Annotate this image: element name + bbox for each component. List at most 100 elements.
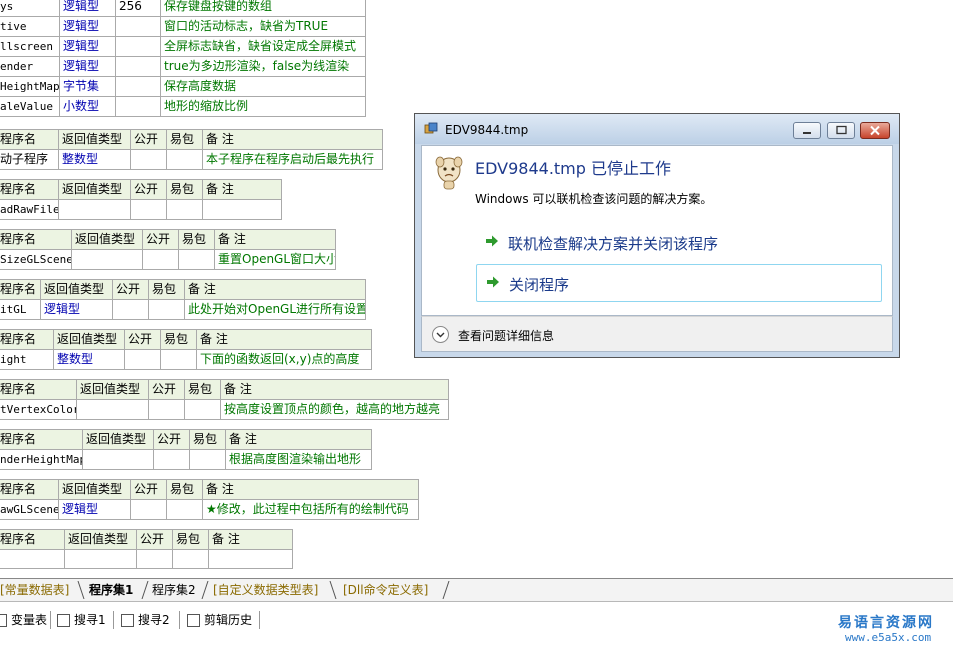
easy-cell[interactable] xyxy=(166,149,203,170)
easy-cell[interactable] xyxy=(166,199,203,220)
table-row[interactable]: itGL 逻辑型 此处开始对OpenGL进行所有设置 xyxy=(0,299,366,320)
search2-button[interactable]: 搜寻2 xyxy=(121,610,170,630)
var-size[interactable] xyxy=(115,16,161,37)
sub-note[interactable]: 根据高度图渲染输出地形 xyxy=(225,449,372,470)
easy-cell[interactable] xyxy=(189,449,226,470)
var-type[interactable]: 小数型 xyxy=(59,96,116,117)
var-size[interactable] xyxy=(115,56,161,77)
table-row[interactable] xyxy=(0,549,293,569)
table-row[interactable]: HeightMap 字节集 保存高度数据 xyxy=(0,76,366,97)
easy-cell[interactable] xyxy=(178,249,215,270)
sub-name[interactable]: ight xyxy=(0,349,54,370)
table-row[interactable]: adRawFile xyxy=(0,199,282,220)
public-cell[interactable] xyxy=(153,449,190,470)
sub-return-type[interactable] xyxy=(82,449,154,470)
sub-note[interactable] xyxy=(202,199,282,220)
var-size[interactable] xyxy=(115,96,161,117)
easy-cell[interactable] xyxy=(184,399,221,420)
easy-cell[interactable] xyxy=(160,349,197,370)
sub-return-type[interactable]: 逻辑型 xyxy=(40,299,113,320)
sub-note[interactable]: 重置OpenGL窗口大小 xyxy=(214,249,336,270)
public-cell[interactable] xyxy=(136,549,173,569)
sub-name[interactable]: adRawFile xyxy=(0,199,59,220)
sub-return-type[interactable]: 逻辑型 xyxy=(58,499,131,520)
var-type[interactable]: 字节集 xyxy=(59,76,116,97)
check-online-button[interactable]: 联机检查解决方案并关闭该程序 xyxy=(476,224,882,262)
table-row[interactable]: tive 逻辑型 窗口的活动标志，缺省为TRUE xyxy=(0,16,366,37)
table-row[interactable]: SizeGLScene 重置OpenGL窗口大小 xyxy=(0,249,336,270)
var-name[interactable]: llscreen xyxy=(0,36,60,57)
var-note[interactable]: 全屏标志缺省，缺省设定成全屏模式 xyxy=(160,36,366,57)
table-row[interactable]: awGLScene 逻辑型 ★修改，此过程中包括所有的绘制代码 xyxy=(0,499,419,520)
var-name[interactable]: tive xyxy=(0,16,60,37)
sub-name[interactable] xyxy=(0,549,65,569)
var-size[interactable] xyxy=(115,76,161,97)
var-note[interactable]: 地形的缩放比例 xyxy=(160,96,366,117)
tab-custom-types[interactable]: [自定义数据类型表] xyxy=(213,581,318,599)
sub-name[interactable]: tVertexColor xyxy=(0,399,77,420)
var-note[interactable]: true为多边形渲染，false为线渲染 xyxy=(160,56,366,77)
sub-return-type[interactable] xyxy=(76,399,149,420)
public-cell[interactable] xyxy=(130,499,167,520)
easy-cell[interactable] xyxy=(172,549,209,569)
sub-note[interactable]: 本子程序在程序启动后最先执行 xyxy=(202,149,383,170)
sub-return-type[interactable] xyxy=(64,549,137,569)
var-note[interactable]: 保存高度数据 xyxy=(160,76,366,97)
var-type[interactable]: 逻辑型 xyxy=(59,0,116,17)
close-button[interactable] xyxy=(860,122,890,139)
public-cell[interactable] xyxy=(130,199,167,220)
var-name[interactable]: ender xyxy=(0,56,60,77)
table-row[interactable]: nderHeightMap 根据高度图渲染输出地形 xyxy=(0,449,372,470)
dialog-titlebar[interactable]: EDV9844.tmp xyxy=(415,114,899,144)
tab-program-set-1[interactable]: 程序集1 xyxy=(89,581,133,599)
table-row[interactable]: tVertexColor 按高度设置顶点的颜色，越高的地方越亮 xyxy=(0,399,449,420)
sub-return-type[interactable]: 整数型 xyxy=(53,349,125,370)
variables-button[interactable]: 变量表 xyxy=(0,610,47,630)
sub-name[interactable]: 动子程序 xyxy=(0,149,59,170)
var-size[interactable] xyxy=(115,36,161,57)
var-note[interactable]: 保存键盘按键的数组 xyxy=(160,0,366,17)
sub-note[interactable] xyxy=(208,549,293,569)
sub-name[interactable]: awGLScene xyxy=(0,499,59,520)
var-type[interactable]: 逻辑型 xyxy=(59,16,116,37)
sub-return-type[interactable]: 整数型 xyxy=(58,149,131,170)
var-type[interactable]: 逻辑型 xyxy=(59,36,116,57)
table-row[interactable]: ight 整数型 下面的函数返回(x,y)点的高度 xyxy=(0,349,372,370)
clip-history-button[interactable]: 剪辑历史 xyxy=(187,610,252,630)
public-cell[interactable] xyxy=(112,299,149,320)
close-program-button[interactable]: 关闭程序 xyxy=(476,264,882,302)
tab-constants[interactable]: [常量数据表] xyxy=(0,581,69,599)
easy-cell[interactable] xyxy=(166,499,203,520)
sub-return-type[interactable] xyxy=(71,249,143,270)
var-name[interactable]: aleValue xyxy=(0,96,60,117)
sub-name[interactable]: SizeGLScene xyxy=(0,249,72,270)
table-row[interactable]: llscreen 逻辑型 全屏标志缺省，缺省设定成全屏模式 xyxy=(0,36,366,57)
sub-name[interactable]: nderHeightMap xyxy=(0,449,83,470)
var-size[interactable]: 256 xyxy=(115,0,161,17)
public-cell[interactable] xyxy=(130,149,167,170)
tab-separator xyxy=(442,581,450,599)
table-row[interactable]: 动子程序 整数型 本子程序在程序启动后最先执行 xyxy=(0,149,383,170)
minimize-button[interactable] xyxy=(793,122,821,139)
var-type[interactable]: 逻辑型 xyxy=(59,56,116,77)
sub-note[interactable]: 按高度设置顶点的颜色，越高的地方越亮 xyxy=(220,399,449,420)
public-cell[interactable] xyxy=(124,349,161,370)
sub-name[interactable]: itGL xyxy=(0,299,41,320)
maximize-button[interactable] xyxy=(827,122,855,139)
public-cell[interactable] xyxy=(142,249,179,270)
sub-note[interactable]: 下面的函数返回(x,y)点的高度 xyxy=(196,349,372,370)
table-row[interactable]: aleValue 小数型 地形的缩放比例 xyxy=(0,96,366,117)
search1-button[interactable]: 搜寻1 xyxy=(57,610,106,630)
var-name[interactable]: ys xyxy=(0,0,60,17)
table-row[interactable]: ender 逻辑型 true为多边形渲染，false为线渲染 xyxy=(0,56,366,77)
tab-dll-commands[interactable]: [Dll命令定义表] xyxy=(343,581,428,599)
var-note[interactable]: 窗口的活动标志，缺省为TRUE xyxy=(160,16,366,37)
tab-program-set-2[interactable]: 程序集2 xyxy=(152,581,196,599)
public-cell[interactable] xyxy=(148,399,185,420)
easy-cell[interactable] xyxy=(148,299,185,320)
sub-return-type[interactable] xyxy=(58,199,131,220)
table-row[interactable]: ys 逻辑型 256 保存键盘按键的数组 xyxy=(0,0,366,17)
sub-note[interactable]: ★修改，此过程中包括所有的绘制代码 xyxy=(202,499,419,520)
var-name[interactable]: HeightMap xyxy=(0,76,60,97)
sub-note[interactable]: 此处开始对OpenGL进行所有设置 xyxy=(184,299,366,320)
